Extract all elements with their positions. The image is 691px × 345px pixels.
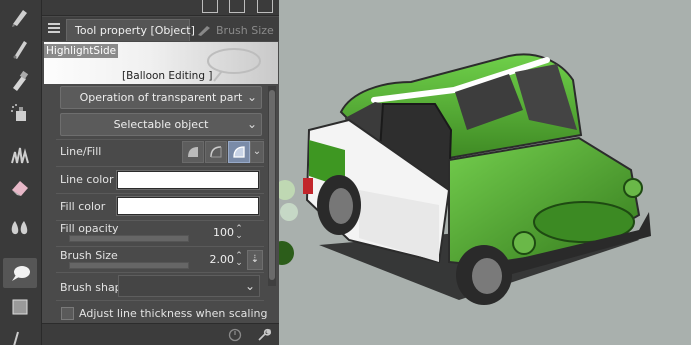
gradient-tool-icon[interactable] bbox=[3, 292, 37, 322]
divider bbox=[56, 166, 264, 167]
tool-property-panel: Tool property [Object] Brush Size Highli… bbox=[42, 0, 279, 345]
adjust-thickness-label: Adjust line thickness when scaling bbox=[79, 307, 268, 320]
brush-size-icon bbox=[198, 26, 210, 36]
line-fill-chevron-icon[interactable]: ⌄ bbox=[250, 141, 264, 163]
decoration-tool-icon[interactable] bbox=[3, 140, 37, 170]
eraser-tool-icon[interactable] bbox=[3, 172, 37, 202]
line-only-icon bbox=[188, 147, 198, 157]
divider bbox=[56, 220, 264, 221]
panel-footer bbox=[42, 323, 279, 345]
highlight-side-label: HighlightSide bbox=[44, 44, 119, 58]
fill-color-swatch[interactable] bbox=[116, 196, 260, 216]
adjust-thickness-checkbox[interactable] bbox=[61, 307, 74, 320]
line-color-swatch[interactable] bbox=[116, 170, 260, 190]
selectable-object-label: Selectable object bbox=[113, 118, 209, 131]
divider bbox=[56, 300, 264, 301]
chevron-down-icon: ⌄ bbox=[246, 90, 257, 104]
tab-brush-size[interactable]: Brush Size bbox=[192, 19, 279, 41]
fill-only-button[interactable] bbox=[205, 141, 227, 163]
brush-shape-select[interactable]: ⌄ bbox=[118, 275, 260, 297]
car-illustration bbox=[279, 53, 651, 305]
menu-icon[interactable] bbox=[48, 23, 60, 35]
divider bbox=[56, 272, 264, 273]
download-icon[interactable] bbox=[202, 0, 218, 13]
line-color-label: Line color bbox=[60, 173, 114, 186]
line-and-fill-button[interactable] bbox=[228, 141, 250, 163]
fill-only-icon bbox=[210, 146, 222, 158]
divider bbox=[56, 246, 264, 247]
tab-tool-property[interactable]: Tool property [Object] bbox=[66, 19, 195, 41]
panel-tab-row: Tool property [Object] Brush Size bbox=[42, 17, 279, 41]
reset-icon[interactable] bbox=[228, 328, 242, 342]
scrollbar-thumb[interactable] bbox=[269, 90, 275, 280]
brush-size-preset-button[interactable]: ⇣ bbox=[247, 250, 263, 270]
brush-size-value[interactable]: 2.00 bbox=[204, 253, 235, 266]
balloon-editing-caption: [Balloon Editing ] bbox=[122, 70, 213, 82]
brush-size-label: Brush Size bbox=[60, 249, 118, 262]
line-only-button[interactable] bbox=[182, 141, 204, 163]
balloon-tool-icon[interactable] bbox=[3, 258, 37, 288]
tool-preview: HighlightSide [Balloon Editing ] bbox=[44, 42, 278, 84]
fill-color-label: Fill color bbox=[60, 200, 106, 213]
marker-tool-icon[interactable] bbox=[3, 66, 37, 96]
pencil-tool-icon[interactable] bbox=[3, 34, 37, 64]
transparent-part-label: Operation of transparent part bbox=[79, 91, 243, 104]
chevron-down-icon: ⌄ bbox=[246, 117, 257, 131]
panel-header-bar bbox=[42, 0, 279, 16]
pen-tool-icon[interactable] bbox=[3, 2, 37, 32]
brush-size-slider[interactable] bbox=[69, 262, 189, 269]
transparent-part-dropdown[interactable]: Operation of transparent part ⌄ bbox=[60, 86, 262, 109]
tool-strip bbox=[0, 0, 42, 345]
add-icon[interactable] bbox=[229, 0, 245, 13]
divider bbox=[56, 139, 264, 140]
trash-icon[interactable] bbox=[257, 0, 273, 13]
fill-opacity-label: Fill opacity bbox=[60, 222, 119, 235]
brush-size-spinner[interactable]: ⌃ ⌄ bbox=[234, 252, 244, 268]
fill-tool-icon[interactable] bbox=[3, 212, 37, 242]
fill-opacity-value[interactable]: 100 bbox=[204, 226, 234, 239]
wrench-icon[interactable] bbox=[256, 327, 272, 343]
divider bbox=[56, 193, 264, 194]
ruler-tool-icon[interactable] bbox=[3, 326, 37, 345]
fill-opacity-slider[interactable] bbox=[69, 235, 189, 242]
canvas-area[interactable] bbox=[279, 0, 691, 345]
chevron-down-icon: ⌄ bbox=[244, 279, 255, 293]
fill-opacity-spinner[interactable]: ⌃ ⌄ bbox=[234, 225, 244, 241]
tab-brush-size-label: Brush Size bbox=[216, 23, 274, 37]
panel-scrollbar[interactable] bbox=[268, 86, 276, 286]
line-and-fill-icon bbox=[233, 146, 245, 158]
line-fill-label: Line/Fill bbox=[60, 145, 102, 158]
airbrush-tool-icon[interactable] bbox=[3, 98, 37, 128]
tab-tool-property-label: Tool property [Object] bbox=[75, 24, 195, 37]
selectable-object-dropdown[interactable]: Selectable object ⌄ bbox=[60, 113, 262, 136]
